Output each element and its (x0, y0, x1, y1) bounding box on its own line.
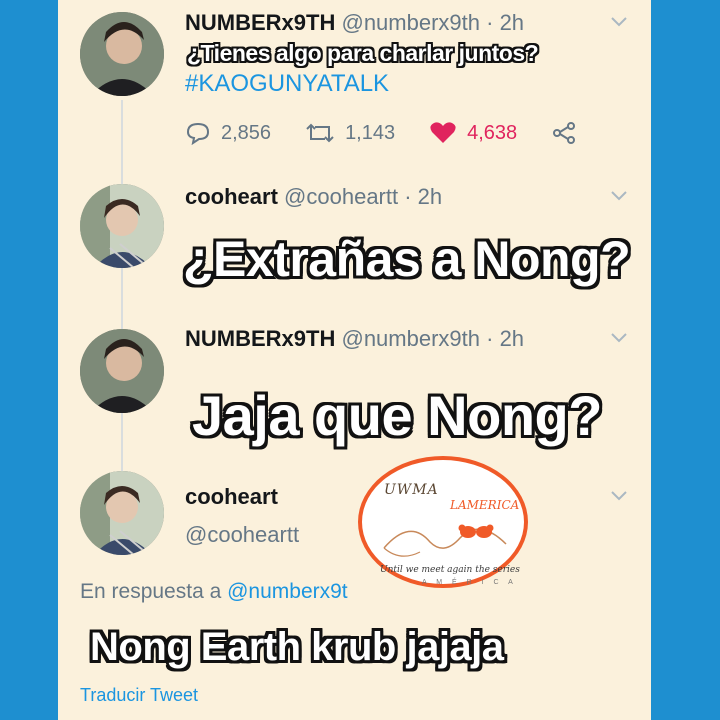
reply-prefix: En respuesta a (80, 580, 222, 603)
timestamp[interactable]: · 2h (404, 184, 442, 209)
share-icon (553, 122, 576, 144)
avatar[interactable] (80, 12, 164, 96)
avatar[interactable] (80, 329, 164, 413)
watermark-subtext: A M É R I C A (422, 579, 517, 586)
chevron-down-icon[interactable] (610, 488, 628, 502)
display-name[interactable]: NUMBERx9TH (185, 326, 335, 351)
reply-icon (186, 122, 210, 145)
birds-on-wire-icon (383, 524, 507, 557)
chevron-down-icon[interactable] (610, 14, 628, 28)
user-handle[interactable]: @cooheartt (284, 184, 398, 209)
reply-context: En respuesta a @numberx9t (80, 580, 348, 604)
chevron-down-icon[interactable] (610, 188, 628, 202)
timestamp[interactable]: · 2h (486, 326, 524, 351)
thread-connector-line (121, 100, 123, 500)
translate-tweet-link[interactable]: Traducir Tweet (80, 685, 198, 706)
display-name[interactable]: cooheart (185, 484, 278, 509)
tweet-actions: 2,856 1,143 4,638 (185, 118, 621, 148)
display-name[interactable]: NUMBERx9TH (185, 10, 335, 35)
tweet-header: cooheart (185, 484, 278, 510)
watermark-brand: UWMA (384, 482, 439, 498)
like-button[interactable]: 4,638 (429, 121, 517, 145)
caption-overlay: ¿Tienes algo para charlar juntos? (187, 40, 539, 66)
tweet-header: NUMBERx9TH @numberx9th · 2h (185, 10, 524, 36)
display-name[interactable]: cooheart (185, 184, 278, 209)
user-handle[interactable]: @cooheartt (185, 522, 299, 548)
caption-overlay: Jaja que Nong? (192, 384, 602, 447)
avatar[interactable] (80, 184, 164, 268)
tweet-header: NUMBERx9TH @numberx9th · 2h (185, 326, 524, 352)
share-button[interactable] (551, 121, 587, 145)
reply-count: 2,856 (221, 121, 272, 144)
chevron-down-icon[interactable] (610, 330, 628, 344)
retweet-count: 1,143 (345, 121, 396, 144)
user-handle[interactable]: @numberx9th (341, 10, 480, 35)
reply-mention-link[interactable]: @numberx9t (227, 580, 348, 603)
reply-button[interactable]: 2,856 (185, 121, 271, 145)
watermark-logo: UWMA LAMERICA Until we meet again the se… (358, 456, 528, 588)
watermark-motto: Until we meet again the series (380, 565, 520, 575)
timestamp[interactable]: · 2h (486, 10, 524, 35)
retweet-button[interactable]: 1,143 (305, 121, 395, 145)
caption-overlay: Nong Earth krub jajaja (90, 625, 504, 669)
caption-overlay: ¿Extrañas a Nong? (183, 231, 631, 287)
tweet-header: cooheart @cooheartt · 2h (185, 184, 442, 210)
heart-icon (430, 122, 456, 143)
hashtag-link[interactable]: #KAOGUNYATALK (185, 70, 389, 98)
like-count: 4,638 (467, 121, 518, 144)
retweet-icon (306, 123, 334, 143)
avatar[interactable] (80, 471, 164, 555)
user-handle[interactable]: @numberx9th (341, 326, 480, 351)
